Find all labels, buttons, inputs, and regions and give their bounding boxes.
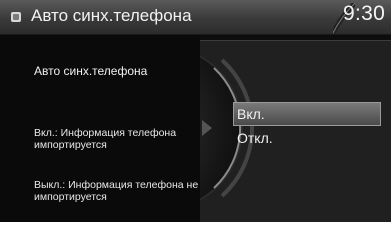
clock: 9:30 — [343, 2, 386, 25]
title-bar: Авто синх.телефона 9:30 — [0, 0, 391, 35]
on-description: Вкл.: Информация телефона импортируется — [34, 127, 177, 151]
option-on-button[interactable]: Вкл. — [233, 102, 381, 126]
option-off-button[interactable]: Откл. — [235, 127, 273, 149]
setting-heading: Авто синх.телефона — [34, 64, 148, 78]
display-screen: Авто синх.телефона 9:30 Авто синх.телефо… — [0, 0, 391, 222]
settings-bullet-icon — [11, 12, 21, 22]
selector-dial-graphic — [200, 40, 391, 222]
info-panel: Авто синх.телефона Вкл.: Информация теле… — [0, 35, 200, 222]
off-description: Выкл.: Информация телефона не импортируе… — [34, 179, 199, 203]
page-title: Авто синх.телефона — [31, 6, 192, 25]
option-panel: Вкл. Откл. — [200, 40, 391, 222]
